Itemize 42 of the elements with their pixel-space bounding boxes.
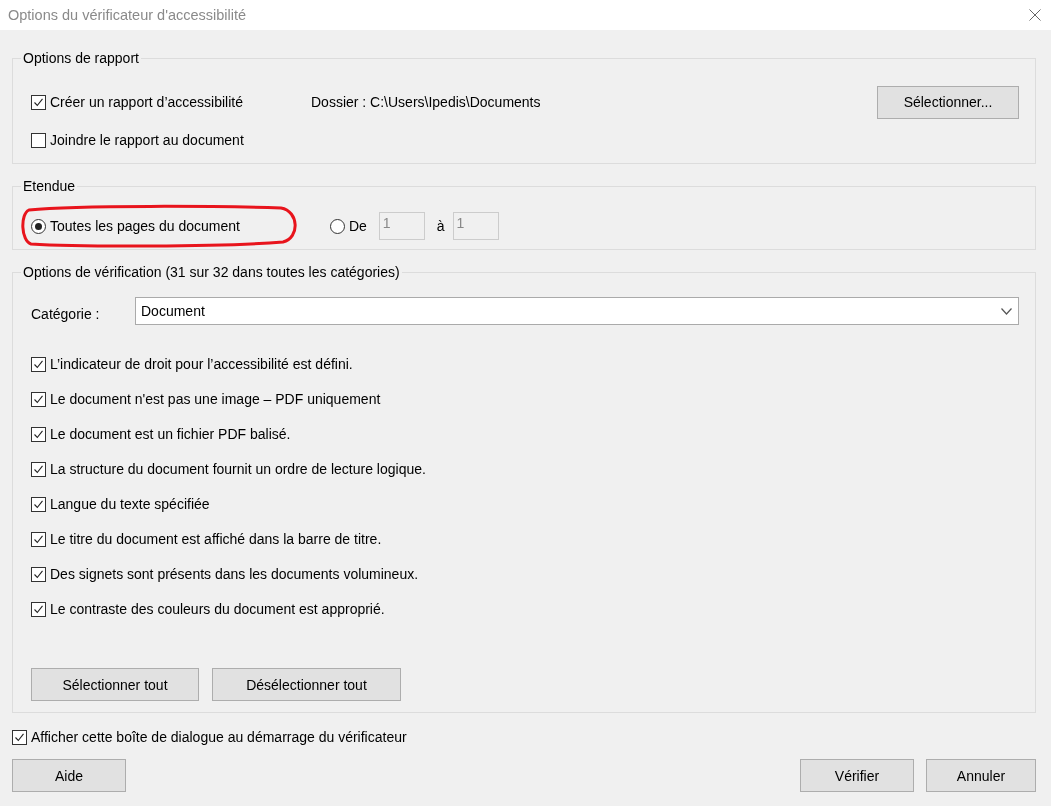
radio-label: De [348, 218, 367, 234]
window-title: Options du vérificateur d'accessibilité [8, 7, 247, 23]
caret-icon [1001, 307, 1012, 315]
checkbox[interactable] [31, 461, 46, 477]
verify-button[interactable]: Vérifier [800, 759, 914, 792]
folder-path: Dossier : C:\Users\Ipedis\Documents [311, 94, 541, 110]
checkbox[interactable] [12, 729, 27, 745]
checkbox[interactable] [31, 391, 46, 407]
checkbox[interactable] [31, 132, 46, 148]
checkbox-label: Des signets sont présents dans les documents volumineux. [50, 566, 419, 582]
checkbox-label: Le document n'est pas une image – PDF uniquement [50, 391, 381, 407]
range-separator: à [436, 218, 445, 234]
checkbox-label: L’indicateur de droit pour l’accessibilité est défini. [50, 356, 353, 372]
group-title: Etendue [22, 178, 77, 194]
checkbox[interactable] [31, 566, 46, 582]
checkbox-label: Le document est un fichier PDF balisé. [50, 426, 291, 442]
checkbox-label: Joindre le rapport au document [50, 132, 244, 148]
select-all-button[interactable]: Sélectionner tout [31, 668, 199, 701]
checkbox-label: Langue du texte spécifiée [50, 496, 210, 512]
cancel-button[interactable]: Annuler [926, 759, 1036, 792]
checkbox-label: Le contraste des couleurs du document est approprié. [50, 601, 385, 617]
radio-button[interactable] [31, 218, 46, 234]
checkbox[interactable] [31, 601, 46, 617]
group-title: Options de rapport [22, 50, 140, 66]
group-title: Options de vérification (31 sur 32 dans toutes les catégories) [22, 264, 401, 280]
checkbox-label: Le titre du document est affiché dans la barre de titre. [50, 531, 382, 547]
checkbox[interactable] [31, 94, 46, 110]
select-button[interactable]: Sélectionner... [877, 85, 1019, 119]
checkbox-label: Afficher cette boîte de dialogue au démarrage du vérificateur [31, 729, 407, 745]
checkbox[interactable] [31, 496, 46, 512]
checkbox[interactable] [31, 531, 46, 547]
radio-label: Toutes les pages du document [50, 218, 240, 234]
checkbox[interactable] [31, 426, 46, 442]
category-label: Catégorie : [31, 306, 101, 322]
help-button[interactable]: Aide [12, 759, 126, 792]
category-dropdown[interactable]: Document [135, 297, 1019, 325]
radio-button[interactable] [329, 218, 345, 234]
checkbox[interactable] [31, 356, 46, 372]
close-icon[interactable] [1029, 9, 1041, 21]
checkbox-label: Créer un rapport d’accessibilité [50, 94, 243, 110]
checkbox-label: La structure du document fournit un ordre de lecture logique. [50, 461, 426, 477]
deselect-all-button[interactable]: Désélectionner tout [212, 668, 401, 701]
